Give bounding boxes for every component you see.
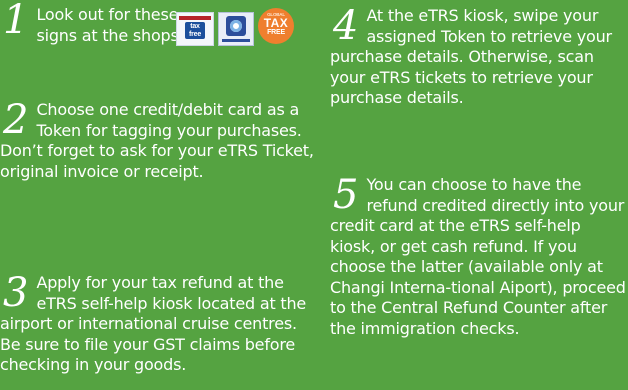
step-1: 1 Look out for these signs at the shops.… <box>0 0 320 46</box>
step-text: Choose one credit/debit card as a Token … <box>0 100 314 181</box>
step-number: 5 <box>333 172 359 218</box>
step-2: 2 Choose one credit/debit card as a Toke… <box>0 100 320 182</box>
logo-text: FREE <box>267 29 285 36</box>
step-number: 4 <box>333 3 359 49</box>
step-text: Apply for your tax refund at the eTRS se… <box>0 273 307 374</box>
badge-icon <box>226 16 246 36</box>
logo-text: TAX <box>263 16 289 30</box>
step-number: 1 <box>3 0 29 43</box>
step-5: 5 You can choose to have the refund cred… <box>330 175 628 339</box>
step-text: You can choose to have the refund credit… <box>330 175 626 338</box>
tax-free-shopping-bag-logo-icon: tax free <box>176 12 214 46</box>
premium-tax-free-logo-icon <box>218 12 254 46</box>
logo-text: tax <box>190 23 200 30</box>
step-text: At the eTRS kiosk, swipe your assigned T… <box>330 6 612 107</box>
logo-band <box>179 16 211 20</box>
logo-text: free <box>188 30 202 38</box>
step-number: 3 <box>3 270 29 316</box>
tax-refund-instructions: 1 Look out for these signs at the shops.… <box>0 0 628 390</box>
step-4: 4 At the eTRS kiosk, swipe your assigned… <box>330 6 628 109</box>
step-3: 3 Apply for your tax refund at the eTRS … <box>0 273 320 376</box>
global-tax-free-logo-icon: GLOBAL TAX FREE <box>258 8 294 44</box>
step-number: 2 <box>3 97 29 143</box>
shopping-bag-icon: tax free <box>185 22 205 39</box>
logo-strip <box>222 39 250 42</box>
